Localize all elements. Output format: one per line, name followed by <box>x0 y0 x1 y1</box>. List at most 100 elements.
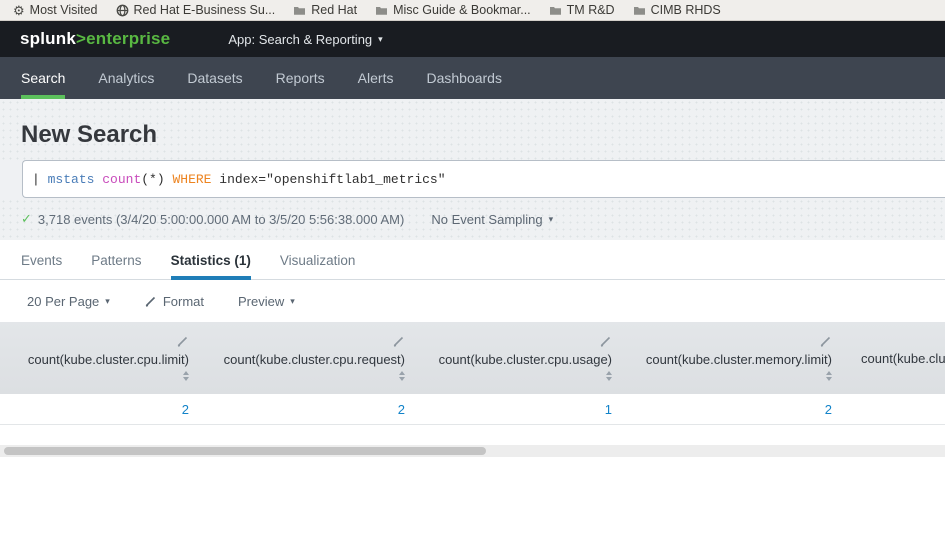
sort-icon[interactable] <box>826 371 832 381</box>
result-tabs: Events Patterns Statistics (1) Visualiza… <box>0 240 945 280</box>
table-cell: 1 <box>413 394 620 424</box>
spl-token-function: count <box>102 172 141 187</box>
bookmark-folder-misc-guide[interactable]: Misc Guide & Bookmar... <box>375 3 531 17</box>
bookmark-label: TM R&D <box>567 3 615 17</box>
globe-icon <box>116 4 129 17</box>
nav-item-alerts[interactable]: Alerts <box>358 57 394 99</box>
page-root: ⚙ Most Visited Red Hat E-Business Su... … <box>0 0 945 551</box>
results-toolbar: 20 Per Page ▾ Format Preview ▾ <box>0 280 945 322</box>
event-sampling-menu[interactable]: No Event Sampling ▾ <box>431 212 553 227</box>
chevron-down-icon: ▾ <box>290 297 295 306</box>
page-bottom-area <box>0 457 945 519</box>
table-cell <box>840 394 945 424</box>
column-header-clipped[interactable]: count(kube.clu <box>840 322 945 394</box>
events-summary: ✓ 3,718 events (3/4/20 5:00:00.000 AM to… <box>21 211 404 227</box>
format-label: Format <box>163 294 204 309</box>
tab-label: Events <box>21 253 62 268</box>
nav-item-search[interactable]: Search <box>21 57 65 99</box>
tab-label: Statistics (1) <box>171 253 251 268</box>
table-cell: 2 <box>0 394 197 424</box>
chevron-down-icon: ▾ <box>549 215 554 224</box>
cell-value-link[interactable]: 2 <box>182 402 189 417</box>
column-label: count(kube.clu <box>861 351 945 366</box>
bookmark-folder-cimb-rhds[interactable]: CIMB RHDS <box>633 3 721 17</box>
tab-patterns[interactable]: Patterns <box>91 240 141 280</box>
table-header-row: count(kube.cluster.cpu.limit) count(kube… <box>0 322 945 394</box>
tab-statistics[interactable]: Statistics (1) <box>171 240 251 280</box>
table-cell: 2 <box>620 394 840 424</box>
tab-label: Patterns <box>91 253 141 268</box>
search-query-input[interactable]: | mstats count(*) WHERE index="openshift… <box>22 160 945 198</box>
spl-token: | <box>32 172 48 187</box>
bookmark-folder-redhat[interactable]: Red Hat <box>293 3 357 17</box>
sort-icon[interactable] <box>183 371 189 381</box>
bookmark-label: CIMB RHDS <box>651 3 721 17</box>
tab-visualization[interactable]: Visualization <box>280 240 356 280</box>
tab-events[interactable]: Events <box>21 240 62 280</box>
format-button[interactable]: Format <box>144 294 204 309</box>
table-row: 2 2 1 2 <box>0 394 945 425</box>
preview-dropdown[interactable]: Preview ▾ <box>238 294 295 309</box>
tab-label: Visualization <box>280 253 356 268</box>
cell-value-link[interactable]: 2 <box>398 402 405 417</box>
nav-item-datasets[interactable]: Datasets <box>187 57 242 99</box>
app-selector-menu[interactable]: App: Search & Reporting ▾ <box>228 32 382 47</box>
column-header-memory-limit[interactable]: count(kube.cluster.memory.limit) <box>620 322 840 394</box>
column-label: count(kube.cluster.memory.limit) <box>646 352 832 367</box>
logo-text: splunk <box>20 29 76 48</box>
column-header-cpu-limit[interactable]: count(kube.cluster.cpu.limit) <box>0 322 197 394</box>
pencil-icon <box>144 295 157 308</box>
sort-icon[interactable] <box>606 371 612 381</box>
logo-suffix: >enterprise <box>76 29 170 48</box>
table-bottom-gap <box>0 425 945 445</box>
sort-icon[interactable] <box>399 371 405 381</box>
preview-label: Preview <box>238 294 284 309</box>
events-summary-row: ✓ 3,718 events (3/4/20 5:00:00.000 AM to… <box>0 198 945 240</box>
nav-item-reports[interactable]: Reports <box>276 57 325 99</box>
bookmark-label: Most Visited <box>30 3 98 17</box>
title-section: New Search <box>0 99 945 160</box>
splunk-header: splunk>enterprise App: Search & Reportin… <box>0 21 945 57</box>
nav-item-analytics[interactable]: Analytics <box>98 57 154 99</box>
column-label: count(kube.cluster.cpu.limit) <box>28 352 189 367</box>
scrollbar-thumb[interactable] <box>4 447 486 455</box>
column-header-cpu-request[interactable]: count(kube.cluster.cpu.request) <box>197 322 413 394</box>
events-summary-text: 3,718 events (3/4/20 5:00:00.000 AM to 3… <box>38 212 404 227</box>
column-header-cpu-usage[interactable]: count(kube.cluster.cpu.usage) <box>413 322 620 394</box>
bookmark-label: Misc Guide & Bookmar... <box>393 3 531 17</box>
results-table: count(kube.cluster.cpu.limit) count(kube… <box>0 322 945 425</box>
column-label: count(kube.cluster.cpu.request) <box>224 352 405 367</box>
spl-token-command: mstats <box>48 172 95 187</box>
column-label: count(kube.cluster.cpu.usage) <box>439 352 612 367</box>
nav-item-dashboards[interactable]: Dashboards <box>426 57 502 99</box>
cell-value-link[interactable]: 1 <box>605 402 612 417</box>
table-cell: 2 <box>197 394 413 424</box>
bookmark-folder-tm-rd[interactable]: TM R&D <box>549 3 615 17</box>
bookmark-most-visited[interactable]: ⚙ Most Visited <box>13 3 98 17</box>
bookmark-redhat-ebusiness[interactable]: Red Hat E-Business Su... <box>116 3 276 17</box>
horizontal-scrollbar[interactable] <box>0 445 945 457</box>
pencil-icon[interactable] <box>176 335 189 348</box>
spl-token-keyword: WHERE <box>172 172 211 187</box>
per-page-label: 20 Per Page <box>27 294 99 309</box>
event-sampling-label: No Event Sampling <box>431 212 542 227</box>
nav-label: Alerts <box>358 70 394 86</box>
bookmark-label: Red Hat E-Business Su... <box>134 3 276 17</box>
cell-value-link[interactable]: 2 <box>825 402 832 417</box>
bookmarks-bar: ⚙ Most Visited Red Hat E-Business Su... … <box>0 0 945 21</box>
per-page-dropdown[interactable]: 20 Per Page ▾ <box>27 294 110 309</box>
spl-token: (*) <box>141 172 172 187</box>
main-navbar: Search Analytics Datasets Reports Alerts… <box>0 57 945 99</box>
nav-label: Search <box>21 70 65 86</box>
spl-query: | mstats count(*) WHERE index="openshift… <box>32 172 446 187</box>
folder-icon <box>293 4 306 17</box>
pencil-icon[interactable] <box>599 335 612 348</box>
splunk-logo[interactable]: splunk>enterprise <box>20 29 170 49</box>
pencil-icon[interactable] <box>819 335 832 348</box>
folder-icon <box>549 4 562 17</box>
chevron-down-icon: ▾ <box>105 297 110 306</box>
app-selector-label: App: Search & Reporting <box>228 32 372 47</box>
pencil-icon[interactable] <box>392 335 405 348</box>
nav-label: Analytics <box>98 70 154 86</box>
search-bar-wrap: | mstats count(*) WHERE index="openshift… <box>0 160 945 198</box>
